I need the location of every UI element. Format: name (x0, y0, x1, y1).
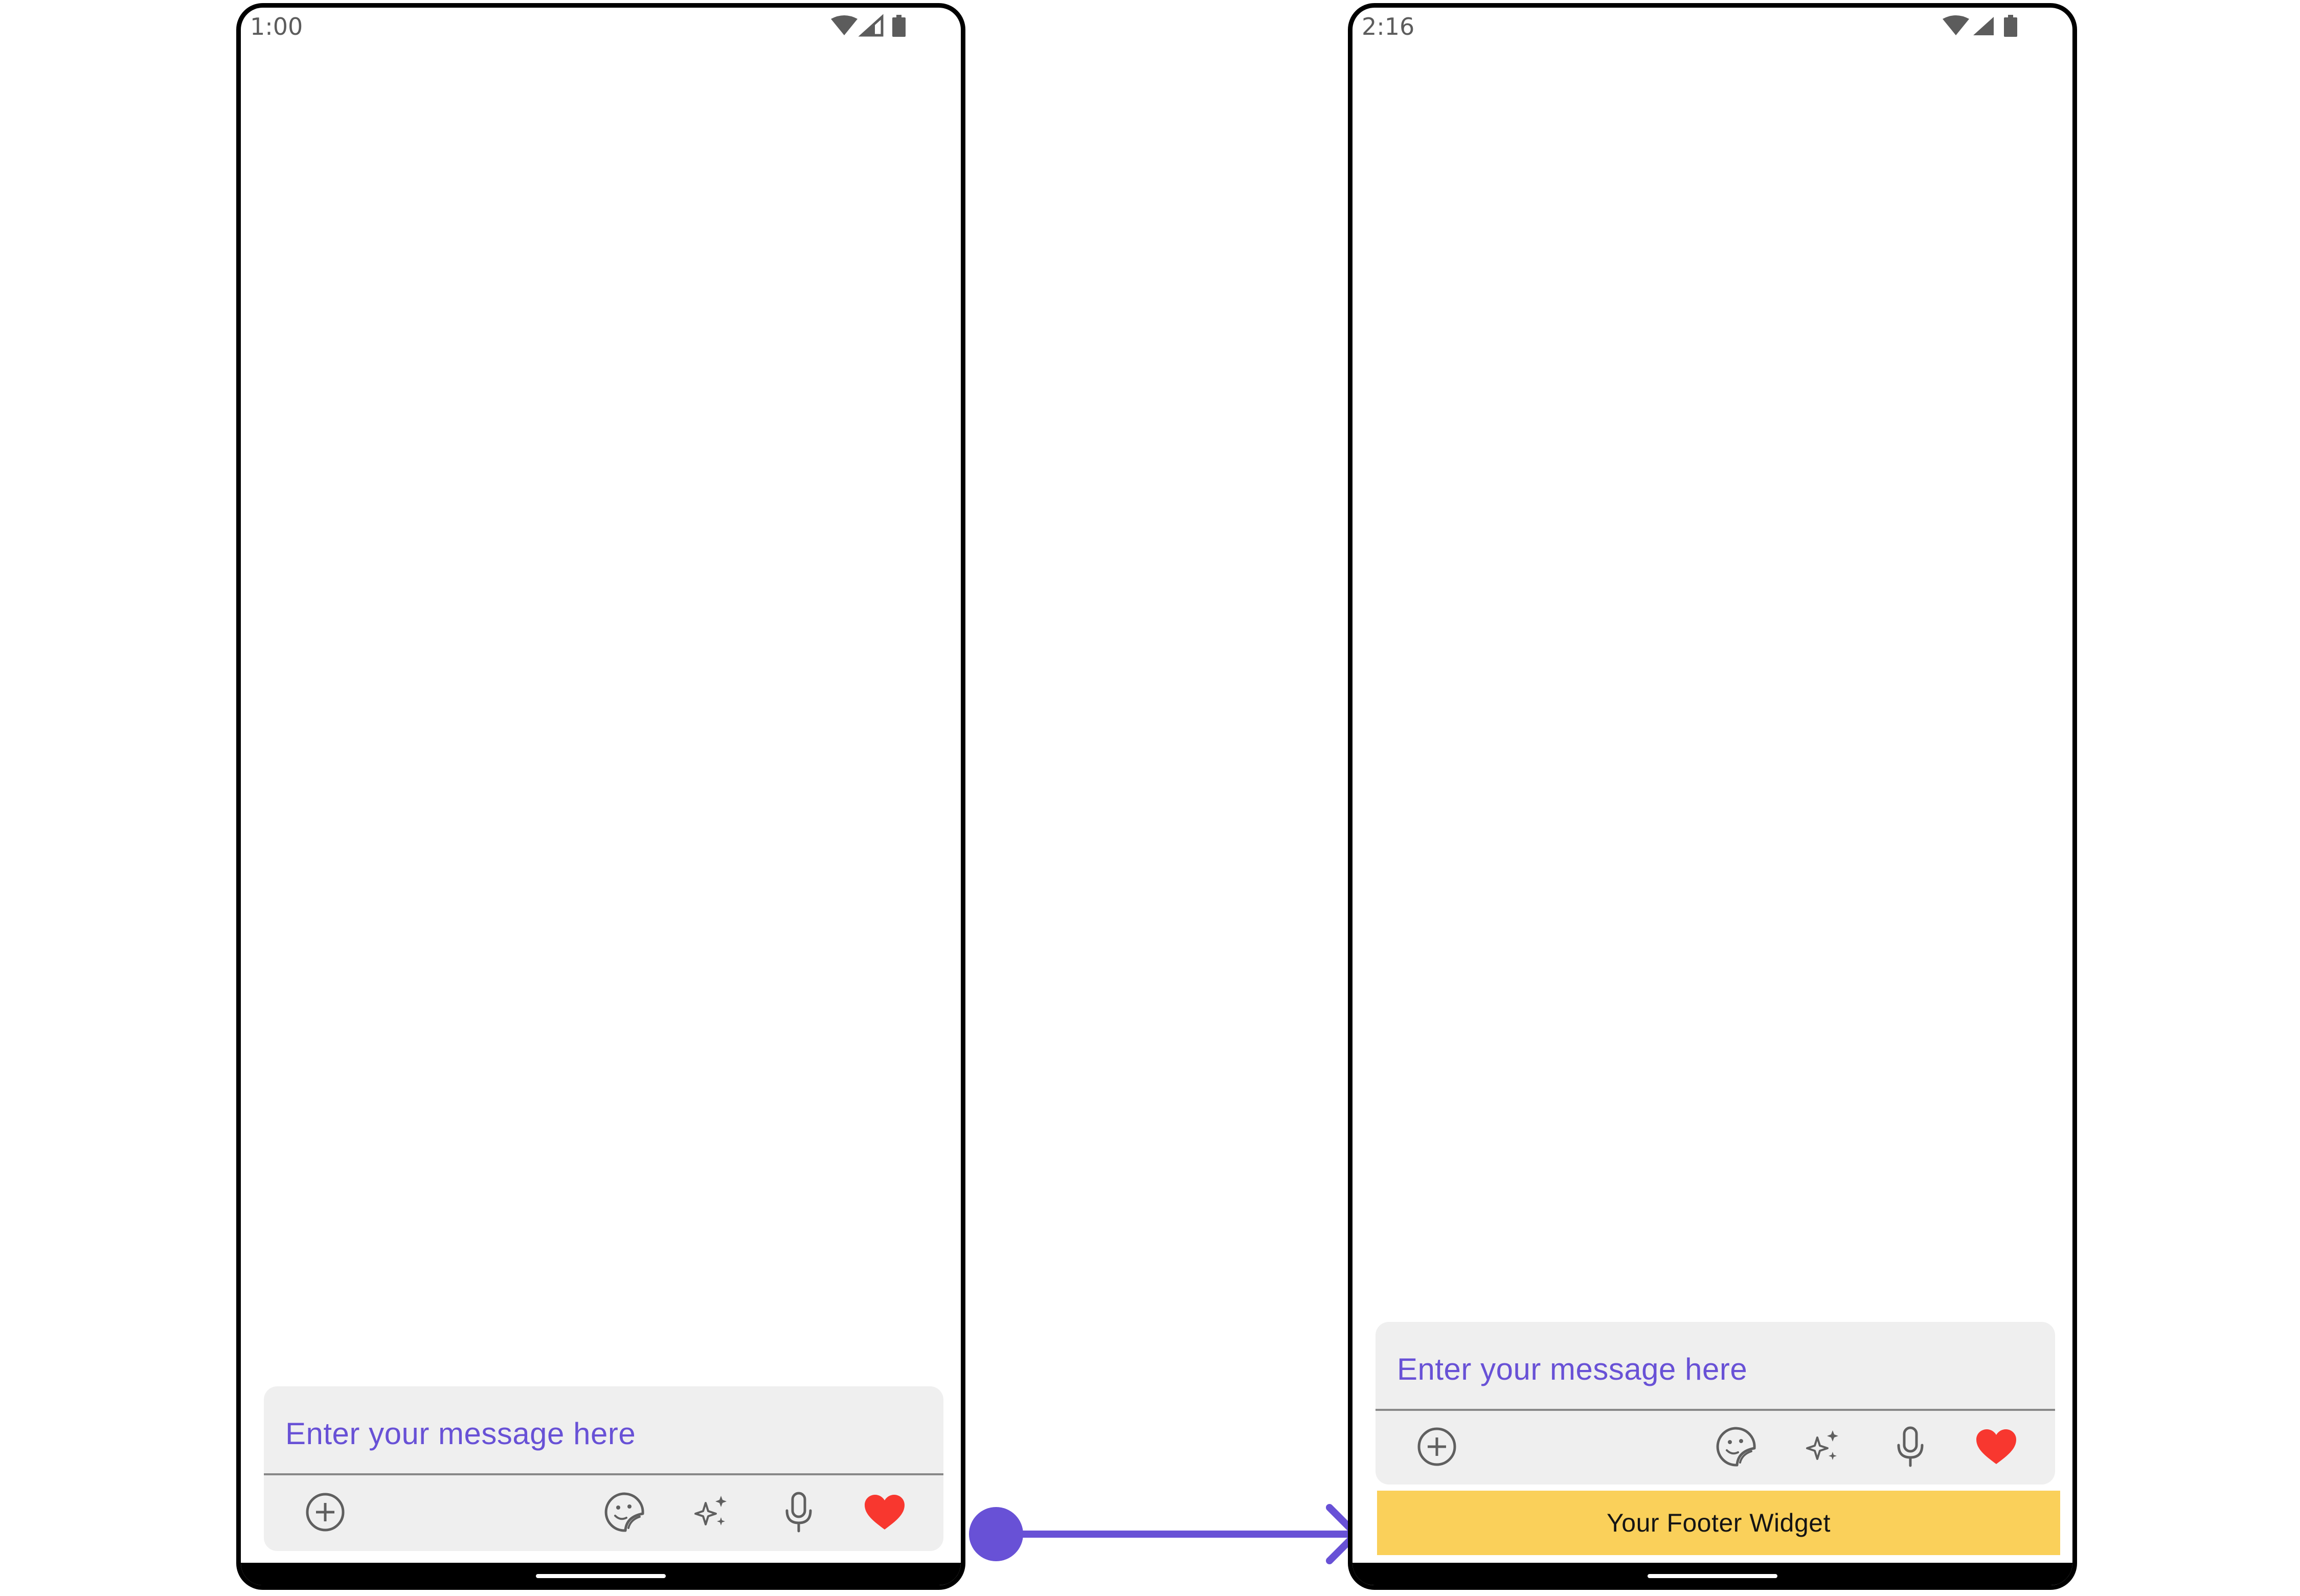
message-composer: Enter your message here (264, 1386, 943, 1551)
navigation-bar (1352, 1563, 2072, 1585)
home-indicator[interactable] (536, 1574, 666, 1578)
navigation-bar (241, 1563, 961, 1585)
composer-action-bar (1376, 1411, 2055, 1485)
message-input-placeholder: Enter your message here (1397, 1352, 1748, 1386)
wifi-icon (831, 15, 858, 35)
ai-assist-button[interactable] (1798, 1421, 1849, 1472)
ai-sparkle-icon (694, 1496, 727, 1525)
microphone-icon (785, 1492, 812, 1533)
phone-screen-before: 1:00 Enter your message here (236, 3, 965, 1590)
sticker-button[interactable] (599, 1487, 650, 1538)
footer-widget: Your Footer Widget (1377, 1491, 2060, 1555)
add-attachment-button[interactable] (1411, 1421, 1462, 1472)
status-icons (831, 14, 906, 37)
status-bar: 2:16 (1352, 8, 2072, 44)
status-icons (1943, 15, 2017, 37)
transition-arrow (969, 1504, 1360, 1564)
microphone-icon (1897, 1426, 1924, 1467)
home-indicator[interactable] (1648, 1574, 1777, 1578)
phone-screen-after: 2:16 Enter your message here Your Footer… (1348, 3, 2077, 1590)
heart-icon (865, 1495, 905, 1530)
signal-icon (858, 14, 884, 37)
status-time: 2:16 (1362, 13, 1415, 40)
reaction-heart-button[interactable] (1971, 1421, 2022, 1472)
add-attachment-button[interactable] (300, 1487, 351, 1538)
sticker-icon (604, 1492, 644, 1532)
add-attachment-icon (306, 1493, 345, 1532)
footer-widget-label: Your Footer Widget (1607, 1509, 1831, 1537)
heart-icon (1976, 1429, 2016, 1464)
message-input[interactable]: Enter your message here (264, 1386, 943, 1475)
message-composer: Enter your message here (1376, 1322, 2055, 1485)
add-attachment-icon (1417, 1427, 1456, 1466)
status-bar: 1:00 (241, 8, 961, 44)
voice-record-button[interactable] (1885, 1421, 1936, 1472)
message-input[interactable]: Enter your message here (1376, 1322, 2055, 1411)
signal-icon (1973, 17, 1994, 35)
sticker-icon (1716, 1427, 1756, 1467)
message-input-placeholder: Enter your message here (285, 1417, 636, 1451)
status-time: 1:00 (250, 13, 303, 40)
battery-icon (892, 15, 906, 37)
battery-icon (2004, 15, 2017, 37)
reaction-heart-button[interactable] (859, 1487, 910, 1538)
ai-assist-button[interactable] (686, 1487, 737, 1538)
voice-record-button[interactable] (773, 1487, 824, 1538)
composer-action-bar (264, 1475, 943, 1551)
wifi-icon (1943, 15, 1969, 35)
ai-sparkle-icon (1806, 1430, 1838, 1460)
sticker-button[interactable] (1711, 1421, 1762, 1472)
